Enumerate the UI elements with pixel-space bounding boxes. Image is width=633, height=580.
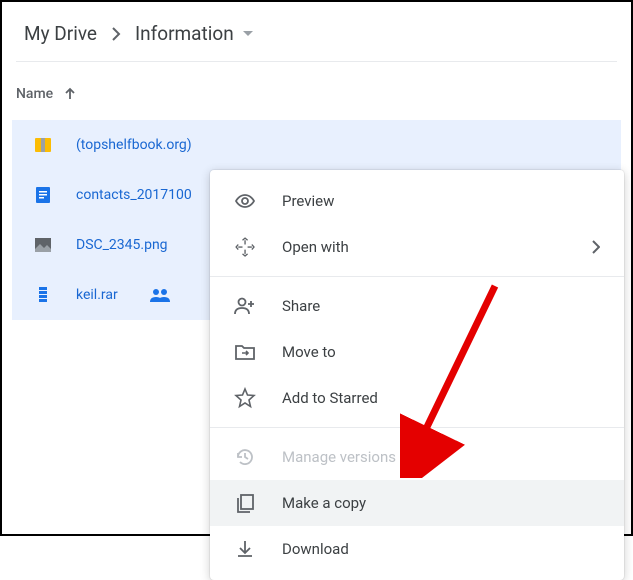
menu-label: Preview bbox=[282, 192, 600, 210]
file-name: contacts_2017100 bbox=[76, 187, 192, 203]
menu-label: Move to bbox=[282, 343, 600, 361]
menu-open-with[interactable]: Open with bbox=[210, 224, 624, 270]
divider bbox=[210, 427, 624, 428]
copy-icon bbox=[234, 492, 256, 514]
menu-add-starred[interactable]: Add to Starred bbox=[210, 375, 624, 421]
sort-ascending-icon bbox=[63, 87, 77, 101]
chevron-right-icon bbox=[111, 26, 121, 42]
menu-label: Make a copy bbox=[282, 494, 600, 512]
file-row[interactable]: (topshelfbook.org) bbox=[12, 120, 621, 170]
menu-label: Share bbox=[282, 297, 600, 315]
chevron-right-icon bbox=[592, 240, 600, 254]
column-header-name: Name bbox=[16, 86, 53, 102]
shared-icon bbox=[150, 288, 170, 302]
menu-make-copy[interactable]: Make a copy bbox=[210, 480, 624, 526]
star-icon bbox=[234, 387, 256, 409]
menu-preview[interactable]: Preview bbox=[210, 178, 624, 224]
file-name: DSC_2345.png bbox=[76, 237, 168, 253]
breadcrumb-root[interactable]: My Drive bbox=[24, 22, 97, 45]
history-icon bbox=[234, 446, 256, 468]
menu-label: Manage versions bbox=[282, 448, 600, 466]
breadcrumb: My Drive Information bbox=[2, 2, 631, 61]
file-name: (topshelfbook.org) bbox=[76, 137, 192, 153]
menu-label: Open with bbox=[282, 238, 566, 256]
image-icon bbox=[32, 234, 54, 256]
divider bbox=[210, 276, 624, 277]
menu-label: Add to Starred bbox=[282, 389, 600, 407]
file-name: keil.rar bbox=[76, 287, 118, 303]
menu-move-to[interactable]: Move to bbox=[210, 329, 624, 375]
menu-share[interactable]: Share bbox=[210, 283, 624, 329]
caret-down-icon bbox=[242, 30, 254, 38]
rar-icon bbox=[32, 284, 54, 306]
menu-manage-versions: Manage versions bbox=[210, 434, 624, 480]
download-icon bbox=[234, 538, 256, 560]
doc-icon bbox=[32, 184, 54, 206]
archive-icon bbox=[32, 134, 54, 156]
context-menu: Preview Open with Share Move to Add to S… bbox=[210, 170, 624, 580]
eye-icon bbox=[234, 190, 256, 212]
person-add-icon bbox=[234, 295, 256, 317]
menu-label: Download bbox=[282, 540, 600, 558]
breadcrumb-current[interactable]: Information bbox=[135, 22, 254, 45]
open-with-icon bbox=[234, 236, 256, 258]
column-header[interactable]: Name bbox=[2, 62, 631, 120]
breadcrumb-current-label: Information bbox=[135, 22, 234, 45]
menu-download[interactable]: Download bbox=[210, 526, 624, 572]
folder-move-icon bbox=[234, 341, 256, 363]
